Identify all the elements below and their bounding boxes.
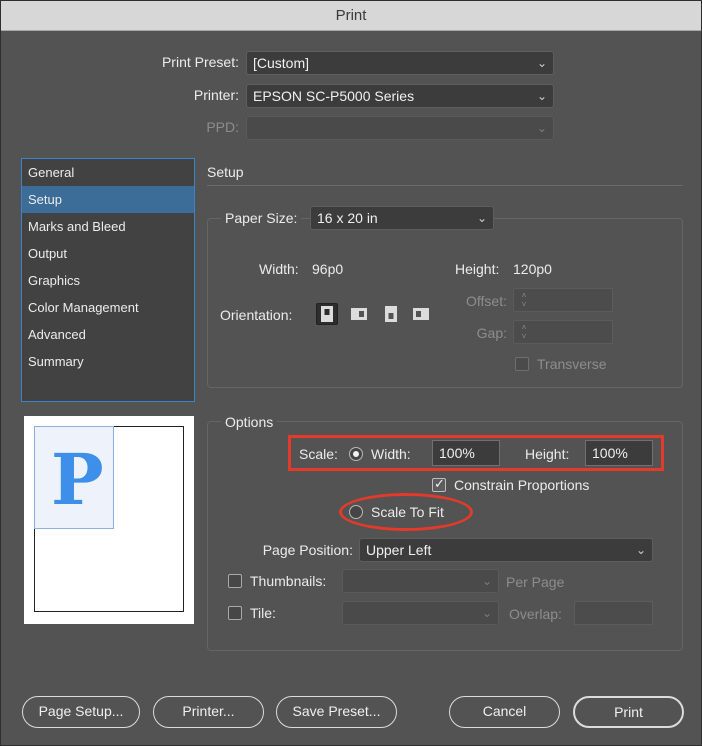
- sidebar-item-general[interactable]: General: [22, 159, 194, 186]
- paper-size-label: Paper Size:: [221, 210, 302, 226]
- transverse-label: Transverse: [537, 356, 607, 372]
- sidebar-item-graphics[interactable]: Graphics: [22, 267, 194, 294]
- paper-size-value: 16 x 20 in: [317, 210, 378, 226]
- chevron-down-icon: ⌄: [481, 574, 492, 588]
- setup-divider: [207, 185, 683, 186]
- tile-checkbox[interactable]: [228, 606, 242, 620]
- paper-size-select[interactable]: 16 x 20 in ⌄: [310, 206, 494, 230]
- constrain-proportions-checkbox[interactable]: [432, 476, 446, 492]
- sidebar-item-advanced[interactable]: Advanced: [22, 321, 194, 348]
- cancel-button[interactable]: Cancel: [449, 696, 560, 728]
- setup-section-title: Setup: [207, 164, 244, 180]
- stepper-arrows-icon: ˄ ˅: [521, 323, 527, 341]
- page-position-label: Page Position:: [262, 542, 353, 558]
- chevron-down-icon: ⌄: [476, 211, 487, 225]
- chevron-down-icon: ⌄: [536, 56, 547, 70]
- preview-content-frame: P: [34, 426, 114, 529]
- overlap-label: Overlap:: [509, 606, 562, 622]
- gap-stepper: ˄ ˅: [513, 320, 613, 344]
- chevron-down-icon: ⌄: [635, 543, 646, 557]
- paper-width-value: 96p0: [312, 261, 344, 277]
- tile-select: ⌄: [342, 601, 499, 625]
- preview-glyph: P: [51, 438, 104, 521]
- thumbnails-checkbox[interactable]: [228, 574, 242, 588]
- sidebar-item-color-management[interactable]: Color Management: [22, 294, 194, 321]
- print-preset-label: Print Preset:: [161, 54, 239, 70]
- print-button[interactable]: Print: [573, 696, 684, 728]
- dialog-title: Print: [1, 1, 701, 31]
- print-preset-select[interactable]: [Custom] ⌄: [246, 51, 554, 75]
- category-list: General Setup Marks and Bleed Output Gra…: [21, 158, 195, 402]
- gap-label: Gap:: [476, 325, 507, 341]
- printer-label: Printer:: [193, 87, 239, 103]
- ppd-label: PPD:: [206, 119, 239, 135]
- overlap-input: [574, 601, 653, 625]
- portrait-icon[interactable]: [316, 303, 338, 325]
- save-preset-button[interactable]: Save Preset...: [276, 696, 397, 728]
- print-preset-value: [Custom]: [253, 55, 310, 71]
- highlight-rectangle: [288, 435, 664, 471]
- reverse-landscape-icon[interactable]: [410, 303, 432, 325]
- offset-label: Offset:: [466, 293, 507, 309]
- sidebar-item-output[interactable]: Output: [22, 240, 194, 267]
- reverse-portrait-icon[interactable]: [380, 303, 402, 325]
- chevron-down-icon: ⌄: [481, 606, 492, 620]
- sidebar-item-summary[interactable]: Summary: [22, 348, 194, 375]
- paper-width-label: Width:: [259, 261, 299, 277]
- tile-label: Tile:: [250, 605, 276, 621]
- printer-value: EPSON SC-P5000 Series: [253, 88, 415, 104]
- page-position-select[interactable]: Upper Left ⌄: [359, 538, 653, 562]
- stepper-arrows-icon: ˄ ˅: [521, 291, 527, 309]
- chevron-down-icon: ⌄: [536, 121, 547, 135]
- thumbnails-select: ⌄: [342, 569, 499, 593]
- print-dialog: Print Print Preset: [Custom] ⌄ Printer: …: [0, 0, 702, 746]
- thumbnails-label: Thumbnails:: [250, 573, 327, 589]
- offset-stepper: ˄ ˅: [513, 288, 613, 312]
- sidebar-item-marks-and-bleed[interactable]: Marks and Bleed: [22, 213, 194, 240]
- transverse-checkbox: [515, 357, 529, 371]
- page-position-value: Upper Left: [366, 542, 432, 558]
- chevron-down-icon: ⌄: [536, 89, 547, 103]
- printer-button[interactable]: Printer...: [153, 696, 264, 728]
- sidebar-item-setup[interactable]: Setup: [22, 186, 194, 213]
- per-page-label: Per Page: [506, 574, 565, 590]
- print-preview: P: [24, 416, 194, 624]
- landscape-icon[interactable]: [348, 303, 370, 325]
- highlight-oval: [339, 493, 473, 531]
- constrain-proportions-label: Constrain Proportions: [454, 477, 590, 493]
- paper-height-label: Height:: [455, 261, 500, 277]
- ppd-select: ⌄: [246, 116, 554, 140]
- options-section-title: Options: [221, 414, 278, 430]
- paper-height-value: 120p0: [513, 261, 552, 277]
- orientation-label: Orientation:: [220, 307, 293, 323]
- page-setup-button[interactable]: Page Setup...: [22, 696, 140, 728]
- printer-select[interactable]: EPSON SC-P5000 Series ⌄: [246, 84, 554, 108]
